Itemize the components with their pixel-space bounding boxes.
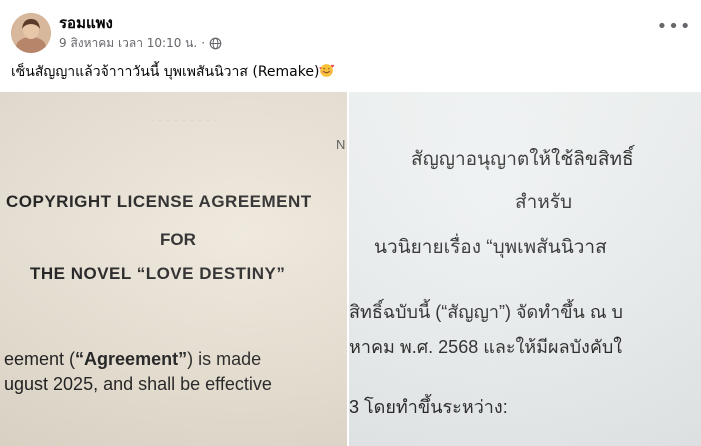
bleed-through-text: · · · · · · · · · <box>150 112 218 127</box>
photo-left-title-line-3: THE NOVEL “LOVE DESTINY” <box>30 264 286 283</box>
post-timestamp[interactable]: 9 สิงหาคม เวลา 10:10 น. <box>59 34 197 52</box>
photo-right-body-line-3: 3 โดยทำขึ้นระหว่าง: <box>349 397 508 417</box>
body-line-1-bold: “Agreement” <box>75 349 188 369</box>
photo-english-contract[interactable]: · · · · · · · · · N COPYRIGHT LICENSE AG… <box>0 92 347 446</box>
meta-separator: · <box>201 36 206 50</box>
post-caption: เซ็นสัญญาแล้วจ้าาาวันนี้ บุพเพสันนิวาส (… <box>11 62 335 82</box>
photo-right-body-line-2: หาคม พ.ศ. 2568 และให้มีผลบังคับใ <box>349 337 623 357</box>
photo-right-title-line-2: สำหรับ <box>515 192 573 213</box>
photo-right-body-line-1: สิทธิ์ฉบับนี้ (“สัญญา”) จัดทำขึ้น ณ บ <box>349 302 623 322</box>
caption-text: เซ็นสัญญาแล้วจ้าาาวันนี้ บุพเพสันนิวาส (… <box>11 64 320 80</box>
more-options-icon: ••• <box>656 15 692 37</box>
post-header: รอมแพง 9 สิงหาคม เวลา 10:10 น. · ••• <box>0 0 701 60</box>
smiling-face-with-hearts-icon <box>319 63 335 78</box>
photo-right-title-line-3: นวนิยายเรื่อง “บุพเพสันนิวาส <box>374 237 607 258</box>
photo-right-title-line-1: สัญญาอนุญาตให้ใช้ลิขสิทธิ์ <box>411 149 634 170</box>
body-line-1-start: eement ( <box>4 349 76 369</box>
photo-left-body-line-1: eement (“Agreement”) is made <box>4 349 261 370</box>
photo-left-title-line-2: FOR <box>160 230 196 249</box>
photo-thai-contract[interactable]: สัญญาอนุญาตให้ใช้ลิขสิทธิ์ สำหรับ นวนิยา… <box>349 92 701 446</box>
photo-left-title-line-1: COPYRIGHT LICENSE AGREEMENT <box>6 192 312 211</box>
more-options-button[interactable]: ••• <box>657 16 691 37</box>
facebook-post: รอมแพง 9 สิงหาคม เวลา 10:10 น. · ••• เซ็… <box>0 0 701 446</box>
photo-left-corner-text: N <box>336 137 346 152</box>
photo-grid: · · · · · · · · · N COPYRIGHT LICENSE AG… <box>0 92 701 446</box>
avatar[interactable] <box>11 13 51 53</box>
post-meta: 9 สิงหาคม เวลา 10:10 น. · <box>59 34 222 52</box>
globe-icon[interactable] <box>209 37 222 50</box>
body-line-1-end: ) is made <box>187 349 262 369</box>
photo-left-body-line-2: ugust 2025, and shall be effective <box>4 374 272 394</box>
author-name[interactable]: รอมแพง <box>59 13 113 33</box>
